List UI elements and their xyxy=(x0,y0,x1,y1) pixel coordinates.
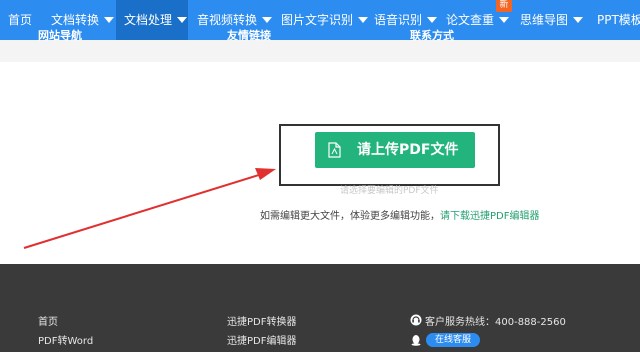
headset-icon xyxy=(410,314,422,326)
footer xyxy=(0,264,640,352)
footer-hotline: 客户服务热线：400-888-2560 xyxy=(425,317,566,328)
online-service-button[interactable]: 在线客服 xyxy=(426,333,480,347)
footer-link-pdf-to-word[interactable]: PDF转Word xyxy=(38,332,93,347)
footer-link-pdf-converter[interactable]: 迅捷PDF转换器 xyxy=(227,313,296,328)
footer-link-pdf-editor[interactable]: 迅捷PDF编辑器 xyxy=(227,332,296,347)
footer-link-home[interactable]: 首页 xyxy=(38,313,58,328)
footer-contact-title: 联系方式 xyxy=(410,29,454,42)
qq-penguin-icon xyxy=(411,335,421,346)
footer-links-title: 友情链接 xyxy=(227,29,271,42)
footer-site-nav-title: 网站导航 xyxy=(38,29,82,42)
